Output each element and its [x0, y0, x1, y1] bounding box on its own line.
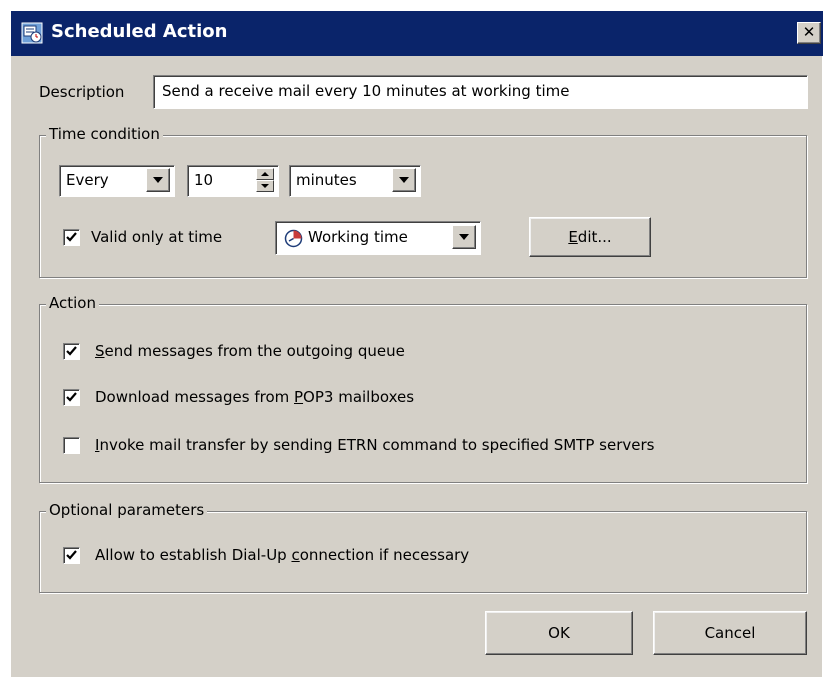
send-queue-label: Send messages from the outgoing queue — [95, 342, 405, 360]
title-bar[interactable]: Scheduled Action ✕ — [11, 11, 823, 56]
clock-icon — [284, 229, 303, 252]
download-pop3-label: Download messages from POP3 mailboxes — [95, 388, 415, 406]
chevron-down-icon[interactable] — [146, 168, 170, 192]
valid-only-checkbox[interactable] — [63, 229, 80, 246]
schedule-select[interactable]: Working time — [275, 221, 481, 255]
checkmark-icon — [66, 550, 77, 560]
description-input[interactable]: Send a receive mail every 10 minutes at … — [153, 75, 808, 109]
download-pop3-checkbox[interactable] — [63, 389, 80, 406]
etrn-checkbox[interactable] — [63, 437, 80, 454]
etrn-label: Invoke mail transfer by sending ETRN com… — [95, 436, 655, 454]
checkmark-icon — [66, 392, 77, 402]
send-queue-checkbox[interactable] — [63, 343, 80, 360]
close-icon: ✕ — [802, 23, 816, 41]
window-title: Scheduled Action — [51, 21, 228, 42]
optional-parameters-title: Optional parameters — [46, 501, 208, 519]
chevron-down-icon[interactable] — [392, 168, 416, 192]
checkmark-icon — [66, 346, 77, 356]
valid-only-label: Valid only at time — [91, 228, 223, 246]
interval-stepper[interactable]: 10 — [187, 165, 279, 197]
spin-buttons[interactable] — [256, 168, 274, 192]
unit-select[interactable]: minutes — [289, 165, 421, 197]
spin-down-icon[interactable] — [256, 180, 274, 192]
time-condition-title: Time condition — [46, 125, 163, 143]
chevron-down-icon[interactable] — [452, 225, 476, 249]
action-title: Action — [46, 294, 99, 312]
description-label: Description — [39, 83, 125, 101]
close-button[interactable]: ✕ — [797, 22, 821, 44]
dialup-label: Allow to establish Dial-Up connection if… — [95, 546, 470, 564]
scheduled-action-dialog: Scheduled Action ✕ Description Send a re… — [10, 10, 823, 677]
dialup-checkbox[interactable] — [63, 547, 80, 564]
frequency-select[interactable]: Every — [59, 165, 175, 197]
cancel-button[interactable]: Cancel — [653, 611, 807, 655]
spin-up-icon[interactable] — [256, 168, 274, 180]
edit-button[interactable]: Edit... — [529, 217, 651, 257]
time-condition-group: Time condition — [39, 125, 807, 278]
ok-button[interactable]: OK — [485, 611, 633, 655]
checkmark-icon — [66, 232, 77, 242]
scheduler-icon — [21, 22, 43, 44]
